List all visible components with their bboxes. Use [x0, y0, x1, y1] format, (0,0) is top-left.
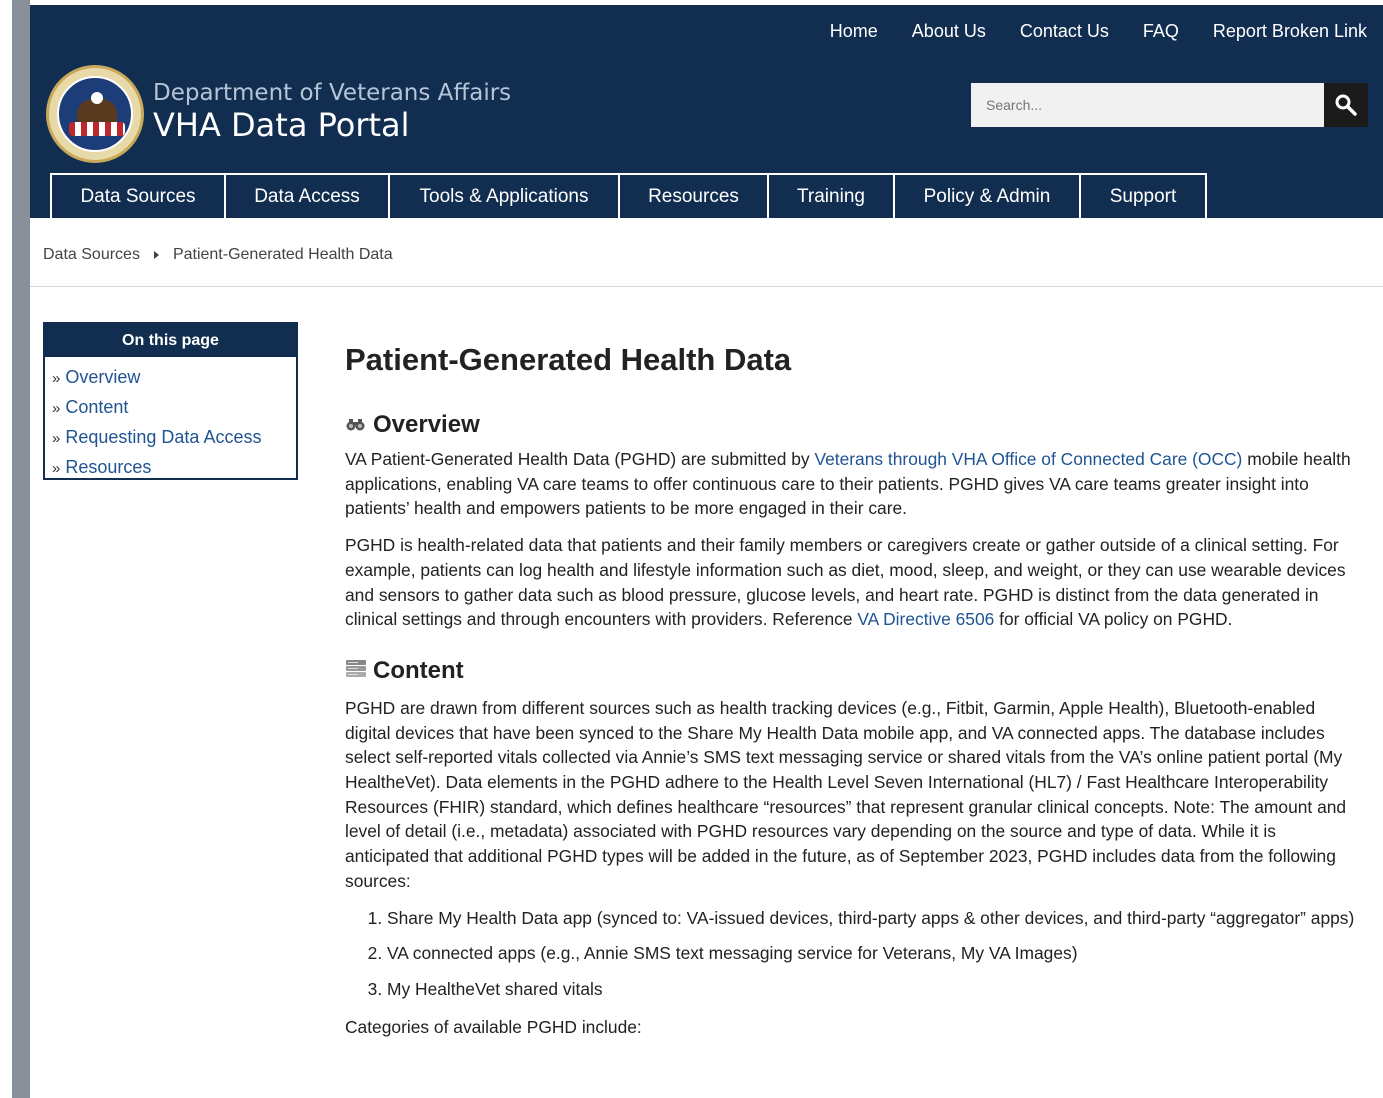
brand-department: Department of Veterans Affairs	[153, 80, 512, 106]
overview-paragraph-1: VA Patient-Generated Health Data (PGHD) …	[345, 447, 1360, 521]
content-heading-text: Content	[373, 656, 464, 684]
page-title: Patient-Generated Health Data	[345, 342, 792, 377]
content-paragraph-1: PGHD are drawn from different sources su…	[345, 697, 1347, 891]
occ-link[interactable]: Veterans through VHA Office of Connected…	[814, 449, 1242, 469]
nav-training[interactable]: Training	[767, 173, 895, 218]
divider	[30, 286, 1383, 287]
nav-data-sources[interactable]: Data Sources	[50, 173, 226, 218]
binoculars-icon	[345, 410, 367, 440]
nav-support[interactable]: Support	[1079, 173, 1207, 218]
toc-bullet: »	[52, 400, 61, 417]
nav-tools-applications[interactable]: Tools & Applications	[388, 173, 620, 218]
window-edge	[12, 0, 30, 1098]
list-item: Share My Health Data app (synced to: VA-…	[387, 906, 1360, 931]
overview-heading-text: Overview	[373, 411, 480, 438]
search-button[interactable]	[1324, 83, 1368, 127]
toc-bullet: »	[52, 370, 61, 387]
toc-link-content[interactable]: Content	[65, 397, 128, 417]
breadcrumb: Data Sources Patient-Generated Health Da…	[43, 246, 393, 264]
database-icon	[345, 656, 367, 686]
toc-link-requesting-data-access[interactable]: Requesting Data Access	[65, 427, 261, 447]
brand[interactable]: Department of Veterans Affairs VHA Data …	[153, 79, 511, 143]
breadcrumb-data-sources[interactable]: Data Sources	[43, 246, 140, 264]
search-input[interactable]	[971, 83, 1324, 127]
content-heading: Content	[345, 656, 1360, 686]
seal-inner	[57, 76, 133, 152]
sources-list: Share My Health Data app (synced to: VA-…	[345, 906, 1360, 1002]
site-header: Home About Us Contact Us FAQ Report Brok…	[30, 5, 1383, 218]
topnav-faq[interactable]: FAQ	[1143, 21, 1179, 42]
brand-title: VHA Data Portal	[153, 106, 410, 144]
main-content: Patient-Generated Health Data Overview V…	[345, 336, 1360, 1039]
topnav-contact-us[interactable]: Contact Us	[1020, 21, 1109, 42]
toc-link-overview[interactable]: Overview	[65, 367, 140, 387]
overview-heading: Overview	[345, 410, 1360, 440]
va-directive-link[interactable]: VA Directive 6506	[857, 609, 994, 629]
toc-item: » Resources	[52, 453, 296, 483]
breadcrumb-separator-icon	[153, 251, 159, 259]
text-run: VA Patient-Generated Health Data (PGHD) …	[345, 449, 815, 469]
flag-icon	[69, 122, 125, 136]
toc-item: » Overview	[52, 363, 296, 393]
breadcrumb-current: Patient-Generated Health Data	[172, 246, 393, 263]
toc-item: » Requesting Data Access	[52, 423, 296, 453]
text-run: for official VA policy on PGHD.	[994, 609, 1233, 630]
content-paragraph-2: Categories of available PGHD include:	[345, 1016, 642, 1037]
toc-bullet: »	[52, 460, 61, 477]
left-gutter	[0, 0, 12, 1098]
toc-heading: On this page	[45, 324, 296, 357]
utility-nav: Home About Us Contact Us FAQ Report Brok…	[796, 21, 1367, 42]
toc-bullet: »	[52, 430, 61, 447]
topnav-report-broken-link[interactable]: Report Broken Link	[1213, 21, 1367, 42]
topnav-home[interactable]: Home	[830, 21, 878, 42]
list-item: VA connected apps (e.g., Annie SMS text …	[387, 941, 1360, 966]
va-seal-logo[interactable]	[46, 65, 144, 163]
toc-link-resources[interactable]: Resources	[65, 457, 151, 477]
overview-paragraph-2: PGHD is health-related data that patient…	[345, 533, 1360, 632]
main-nav: Data Sources Data Access Tools & Applica…	[50, 173, 1207, 218]
topnav-about-us[interactable]: About Us	[912, 21, 986, 42]
nav-data-access[interactable]: Data Access	[224, 173, 390, 218]
list-item: My HealtheVet shared vitals	[387, 977, 1360, 1002]
search-icon	[1335, 94, 1357, 116]
toc-list: » Overview » Content » Requesting Data Acce…	[45, 357, 296, 483]
nav-resources[interactable]: Resources	[618, 173, 769, 218]
on-this-page-box: On this page » Overview » Content » Request…	[43, 322, 298, 480]
toc-item: » Content	[52, 393, 296, 423]
eagle-head-icon	[91, 92, 103, 104]
page: Home About Us Contact Us FAQ Report Brok…	[30, 0, 1383, 1098]
nav-policy-admin[interactable]: Policy & Admin	[893, 173, 1081, 218]
